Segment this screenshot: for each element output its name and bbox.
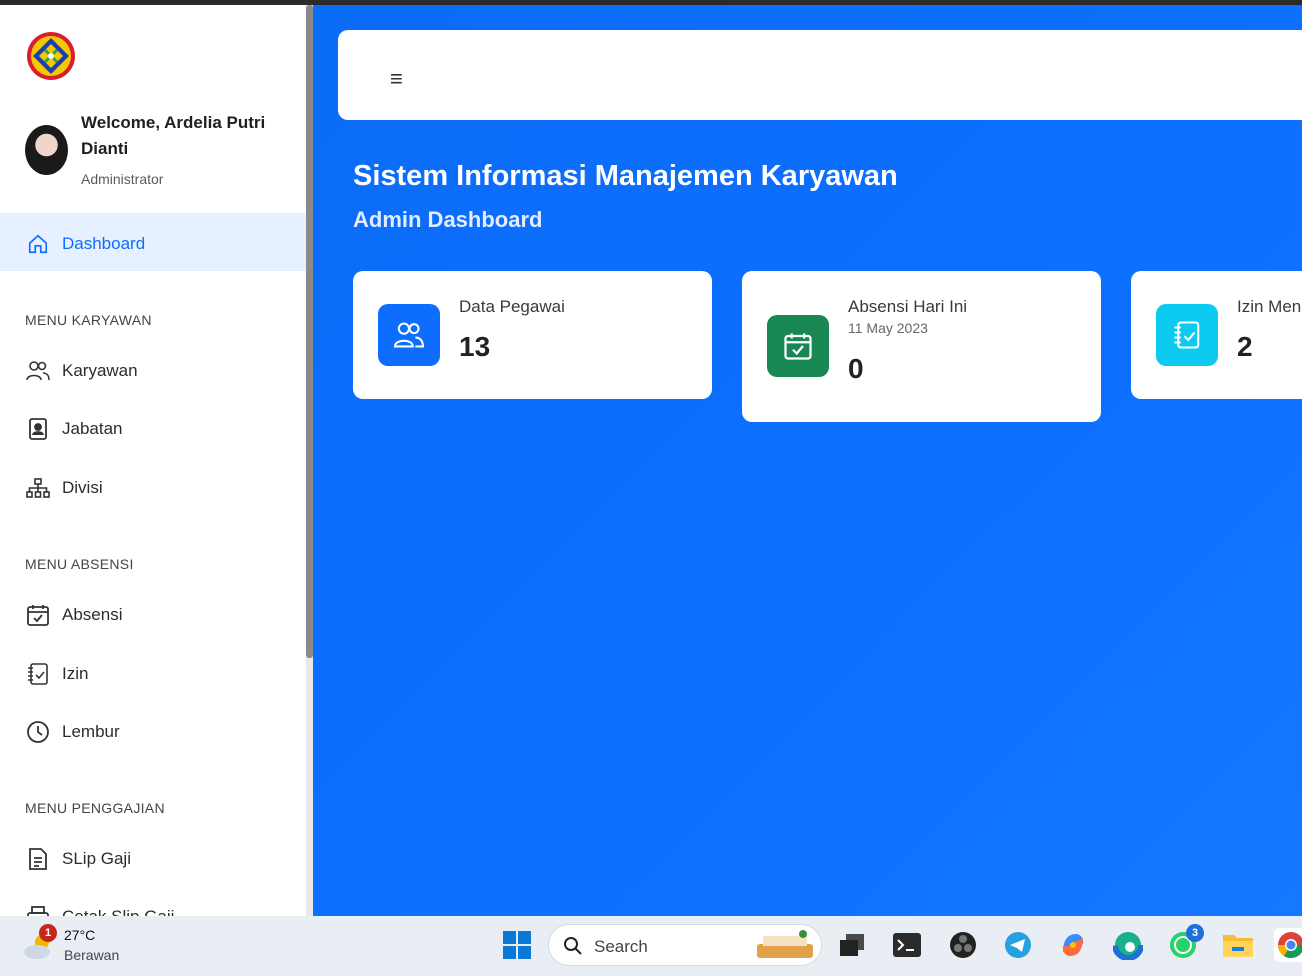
page-subtitle: Admin Dashboard xyxy=(353,207,543,232)
temperature: 27°C xyxy=(64,927,96,943)
hamburger-menu-icon[interactable]: ≡ xyxy=(390,66,403,92)
weather-description: Berawan xyxy=(64,947,120,963)
sidebar-item-izin[interactable]: Izin xyxy=(25,659,88,689)
sidebar-item-slip-gaji[interactable]: SLip Gaji xyxy=(25,844,131,874)
calendar-check-icon xyxy=(767,315,829,377)
card-label: Izin Menunggu xyxy=(1237,297,1302,316)
card-date: 11 May 2023 xyxy=(848,320,928,336)
card-izin-menunggu[interactable]: Izin Menunggu 2 xyxy=(1131,271,1302,399)
app-logo xyxy=(25,30,77,82)
user-profile: Welcome, Ardelia Putri Dianti Administra… xyxy=(25,107,295,197)
section-title-penggajian: MENU PENGGAJIAN xyxy=(25,800,165,816)
card-value: 0 xyxy=(848,353,864,384)
page-title: Sistem Informasi Manajemen Karyawan xyxy=(353,160,898,192)
sidebar-item-label: Izin xyxy=(62,664,89,683)
search-icon xyxy=(564,937,582,955)
whatsapp-notification-badge: 3 xyxy=(1186,924,1204,942)
user-role: Administrator xyxy=(81,171,164,187)
windows-taskbar: 1 27°C Berawan Search 3 xyxy=(0,916,1302,976)
edge-icon[interactable] xyxy=(1111,928,1145,962)
main-content: ≡ Sistem Informasi Manajemen Karyawan Ad… xyxy=(313,5,1302,916)
sidebar-item-label: Divisi xyxy=(62,478,103,497)
taskbar-search[interactable]: Search xyxy=(548,924,822,966)
search-placeholder: Search xyxy=(594,937,648,956)
sidebar-item-label: Lembur xyxy=(62,722,120,741)
windows-start-icon[interactable] xyxy=(500,928,534,962)
home-icon xyxy=(25,231,51,257)
notebook-check-icon xyxy=(25,661,51,687)
sidebar-item-label: Absensi xyxy=(62,605,123,624)
avatar xyxy=(25,125,68,175)
sidebar-item-cetak-slip[interactable]: Cetak Slip Gaji xyxy=(25,902,174,916)
users-icon xyxy=(25,358,51,384)
sidebar: Welcome, Ardelia Putri Dianti Administra… xyxy=(0,5,308,916)
obs-icon[interactable] xyxy=(946,928,980,962)
weather-widget[interactable]: 1 27°C Berawan xyxy=(22,924,142,968)
sidebar-item-absensi[interactable]: Absensi xyxy=(25,600,122,630)
sidebar-item-dashboard[interactable]: Dashboard xyxy=(25,229,145,259)
card-value: 2 xyxy=(1237,331,1253,362)
welcome-text: Welcome, Ardelia Putri Dianti xyxy=(81,113,266,158)
task-view-icon[interactable] xyxy=(835,928,869,962)
printer-icon xyxy=(25,904,51,916)
sidebar-item-karyawan[interactable]: Karyawan xyxy=(25,356,138,386)
org-chart-icon xyxy=(25,475,51,501)
sidebar-item-label: Karyawan xyxy=(62,361,138,380)
terminal-icon[interactable] xyxy=(890,928,924,962)
users-icon xyxy=(378,304,440,366)
notebook-check-icon xyxy=(1156,304,1218,366)
telegram-icon[interactable] xyxy=(1001,928,1035,962)
search-highlight-icon xyxy=(757,930,813,958)
sidebar-item-lembur[interactable]: Lembur xyxy=(25,717,120,747)
card-value: 13 xyxy=(459,331,491,362)
sidebar-item-jabatan[interactable]: Jabatan xyxy=(25,414,123,444)
card-label: Absensi Hari Ini xyxy=(848,297,968,316)
sidebar-item-label: Cetak Slip Gaji xyxy=(62,907,174,916)
sidebar-item-divisi[interactable]: Divisi xyxy=(25,473,103,503)
top-navbar: ≡ xyxy=(338,30,1302,120)
clock-icon xyxy=(25,719,51,745)
section-title-karyawan: MENU KARYAWAN xyxy=(25,312,152,328)
card-data-pegawai[interactable]: Data Pegawai 13 xyxy=(353,271,712,399)
copilot-icon[interactable] xyxy=(1056,928,1090,962)
card-absensi-hari-ini[interactable]: Absensi Hari Ini 11 May 2023 0 xyxy=(742,271,1101,422)
whatsapp-icon[interactable]: 3 xyxy=(1166,924,1204,962)
sidebar-item-label: SLip Gaji xyxy=(62,849,131,868)
calendar-check-icon xyxy=(25,602,51,628)
sidebar-item-label: Dashboard xyxy=(62,234,146,253)
chrome-icon[interactable] xyxy=(1274,928,1302,962)
section-title-absensi: MENU ABSENSI xyxy=(25,556,134,572)
file-explorer-icon[interactable] xyxy=(1221,928,1255,962)
card-label: Data Pegawai xyxy=(459,297,565,316)
weather-notification-badge: 1 xyxy=(39,924,57,942)
sidebar-item-label: Jabatan xyxy=(62,419,123,438)
id-badge-icon xyxy=(25,416,51,442)
sidebar-scrollbar[interactable] xyxy=(306,5,313,658)
file-text-icon xyxy=(25,846,51,872)
